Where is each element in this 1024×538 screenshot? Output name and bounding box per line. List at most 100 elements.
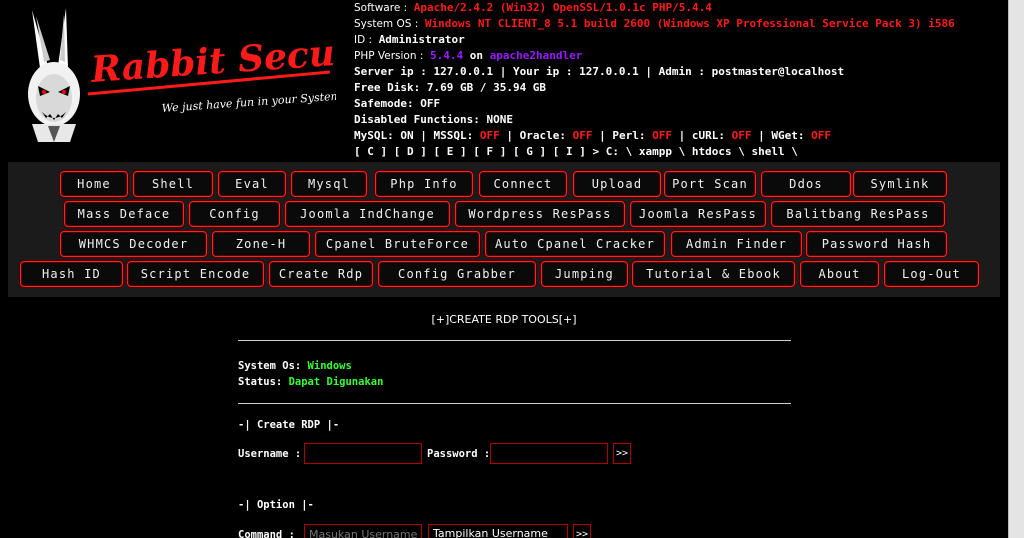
service-separator: | bbox=[678, 129, 686, 142]
nav-button-joomla-respass[interactable]: Joomla ResPass bbox=[630, 201, 766, 227]
service-name: Oracle: bbox=[519, 129, 566, 142]
service-name: Perl: bbox=[612, 129, 646, 142]
nav-button-mass-deface[interactable]: Mass Deface bbox=[64, 201, 184, 227]
drive-link[interactable]: [ C ] bbox=[354, 145, 387, 158]
rdp-status-value: Dapat Digunakan bbox=[288, 376, 384, 388]
service-separator: | bbox=[758, 129, 765, 142]
command-submit-button[interactable]: >> bbox=[573, 524, 591, 538]
create-rdp-heading: -| Create RDP |- bbox=[238, 419, 340, 431]
server-ip-row: Server ip : 127.0.0.1 | Your ip : 127.0.… bbox=[354, 65, 845, 78]
service-state: OFF bbox=[731, 129, 752, 142]
free-disk-row: Free Disk: 7.69 GB / 35.94 GB bbox=[354, 81, 547, 94]
id-row: ID : Administrator bbox=[354, 33, 465, 46]
php-version-row: PHP Version : 5.4.4 on apache2handler bbox=[354, 49, 583, 62]
nav-button-password-hash[interactable]: Password Hash bbox=[806, 231, 947, 257]
nav-button-wordpress-respass[interactable]: Wordpress ResPass bbox=[455, 201, 625, 227]
option-heading: -| Option |- bbox=[238, 499, 314, 511]
create-rdp-submit-button[interactable]: >> bbox=[613, 443, 631, 464]
service-state: OFF bbox=[572, 129, 593, 142]
nav-button-cpanel-bruteforce[interactable]: Cpanel BruteForce bbox=[315, 231, 480, 257]
path-segment-link[interactable]: htdocs bbox=[692, 145, 732, 158]
system-os-status-value: Windows bbox=[307, 360, 352, 372]
nav-button-mysql[interactable]: Mysql bbox=[291, 171, 367, 197]
system-os-value: Windows NT CLIENT_8 5.1 build 2600 (Wind… bbox=[424, 17, 955, 30]
username-label: Username : bbox=[238, 448, 302, 460]
rabbit-mascot-icon bbox=[28, 8, 80, 142]
main-navigation: Home Shell Eval Mysql Php Info Connect Upload P… bbox=[8, 162, 1000, 297]
path-prefix: > bbox=[592, 145, 600, 158]
service-name: MySQL: bbox=[354, 129, 394, 142]
nav-button-whmcs-decoder[interactable]: WHMCS Decoder bbox=[60, 231, 207, 257]
nav-button-symlink[interactable]: Symlink bbox=[853, 171, 947, 197]
service-state: ON bbox=[400, 129, 414, 142]
service-state: OFF bbox=[652, 129, 672, 142]
disabled-functions-row: Disabled Functions: NONE bbox=[354, 113, 513, 126]
password-input[interactable] bbox=[490, 443, 608, 464]
nav-button-ddos[interactable]: Ddos bbox=[761, 171, 851, 197]
service-state: OFF bbox=[479, 129, 500, 142]
nav-button-about[interactable]: About bbox=[800, 261, 879, 287]
system-os-row: System OS : Windows NT CLIENT_8 5.1 buil… bbox=[354, 17, 955, 30]
path-separator: \ bbox=[625, 145, 633, 158]
service-separator: | bbox=[420, 129, 427, 142]
nav-button-create-rdp[interactable]: Create Rdp bbox=[269, 261, 373, 287]
nav-button-script-encode[interactable]: Script Encode bbox=[127, 261, 264, 287]
command-select[interactable]: Tampilkan Username bbox=[428, 524, 568, 538]
nav-button-php-info[interactable]: Php Info bbox=[375, 171, 473, 197]
nav-button-eval[interactable]: Eval bbox=[218, 171, 286, 197]
path-segment-link[interactable]: shell bbox=[752, 145, 785, 158]
tool-title: [+]CREATE RDP TOOLS[+] bbox=[431, 313, 577, 326]
path-segment-link[interactable]: xampp bbox=[639, 145, 672, 158]
services-row: MySQL: ON | MSSQL: OFF | Oracle: OFF | P… bbox=[354, 128, 954, 144]
nav-button-admin-finder[interactable]: Admin Finder bbox=[671, 231, 802, 257]
nav-button-auto-cpanel-cracker[interactable]: Auto Cpanel Cracker bbox=[485, 231, 665, 257]
logo-tagline: We just have fun in your System! bbox=[161, 89, 336, 115]
drive-link[interactable]: [ E ] bbox=[434, 145, 467, 158]
nav-button-port-scan[interactable]: Port Scan bbox=[664, 171, 756, 197]
username-input[interactable] bbox=[304, 443, 422, 464]
divider-top bbox=[238, 340, 791, 341]
service-name: MSSQL: bbox=[433, 129, 474, 142]
command-label: Command : bbox=[238, 529, 295, 538]
page-scrollbar[interactable] bbox=[1008, 0, 1024, 538]
nav-button-joomla-indchange[interactable]: Joomla IndChange bbox=[285, 201, 450, 227]
nav-button-home[interactable]: Home bbox=[60, 171, 128, 197]
drive-link[interactable]: [ I ] bbox=[553, 145, 586, 158]
nav-button-connect[interactable]: Connect bbox=[479, 171, 567, 197]
software-row: Software : Apache/2.4.2 (Win32) OpenSSL/… bbox=[354, 1, 712, 14]
drive-link[interactable]: [ G ] bbox=[513, 145, 546, 158]
rabbit-security-logo: Rabbit Security We just have fun in your… bbox=[28, 8, 336, 142]
drive-link[interactable]: [ D ] bbox=[394, 145, 427, 158]
nav-button-balitbang-respass[interactable]: Balitbang ResPass bbox=[771, 201, 945, 227]
nav-button-hash-id[interactable]: Hash ID bbox=[20, 261, 123, 287]
nav-button-shell[interactable]: Shell bbox=[133, 171, 213, 197]
software-value: Apache/2.4.2 (Win32) OpenSSL/1.0.1c PHP/… bbox=[413, 1, 712, 14]
drives-path-row: [ C ] [ D ] [ E ] [ F ] [ G ] [ I ] > C:… bbox=[354, 144, 954, 160]
command-username-input[interactable] bbox=[304, 524, 422, 538]
nav-button-log-out[interactable]: Log-Out bbox=[884, 261, 979, 287]
nav-button-jumping[interactable]: Jumping bbox=[541, 261, 628, 287]
service-name: WGet: bbox=[771, 129, 805, 142]
path-separator: \ bbox=[678, 145, 686, 158]
service-state: OFF bbox=[811, 129, 831, 142]
nav-button-tutorial-ebook[interactable]: Tutorial & Ebook bbox=[632, 261, 795, 287]
nav-button-zone-h[interactable]: Zone-H bbox=[212, 231, 310, 257]
rdp-status: Status: Dapat Digunakan bbox=[238, 376, 384, 388]
service-name: cURL: bbox=[691, 129, 725, 142]
password-label: Password : bbox=[427, 448, 491, 460]
divider-mid bbox=[238, 403, 791, 404]
nav-button-config[interactable]: Config bbox=[189, 201, 280, 227]
nav-button-upload[interactable]: Upload bbox=[573, 171, 661, 197]
path-separator: \ bbox=[791, 145, 798, 158]
drive-link[interactable]: [ F ] bbox=[473, 145, 506, 158]
path-segment-link[interactable]: C: bbox=[606, 145, 619, 158]
logo-title: Rabbit Security bbox=[89, 27, 336, 91]
safemode-row: Safemode: OFF bbox=[354, 97, 441, 110]
service-separator: | bbox=[506, 129, 513, 142]
id-value: Administrator bbox=[378, 33, 465, 46]
nav-button-config-grabber[interactable]: Config Grabber bbox=[378, 261, 536, 287]
server-info-panel: Software : Apache/2.4.2 (Win32) OpenSSL/… bbox=[354, 0, 955, 160]
php-version-value: 5.4.4 bbox=[430, 49, 464, 62]
service-separator: | bbox=[599, 129, 606, 142]
path-separator: \ bbox=[738, 145, 745, 158]
